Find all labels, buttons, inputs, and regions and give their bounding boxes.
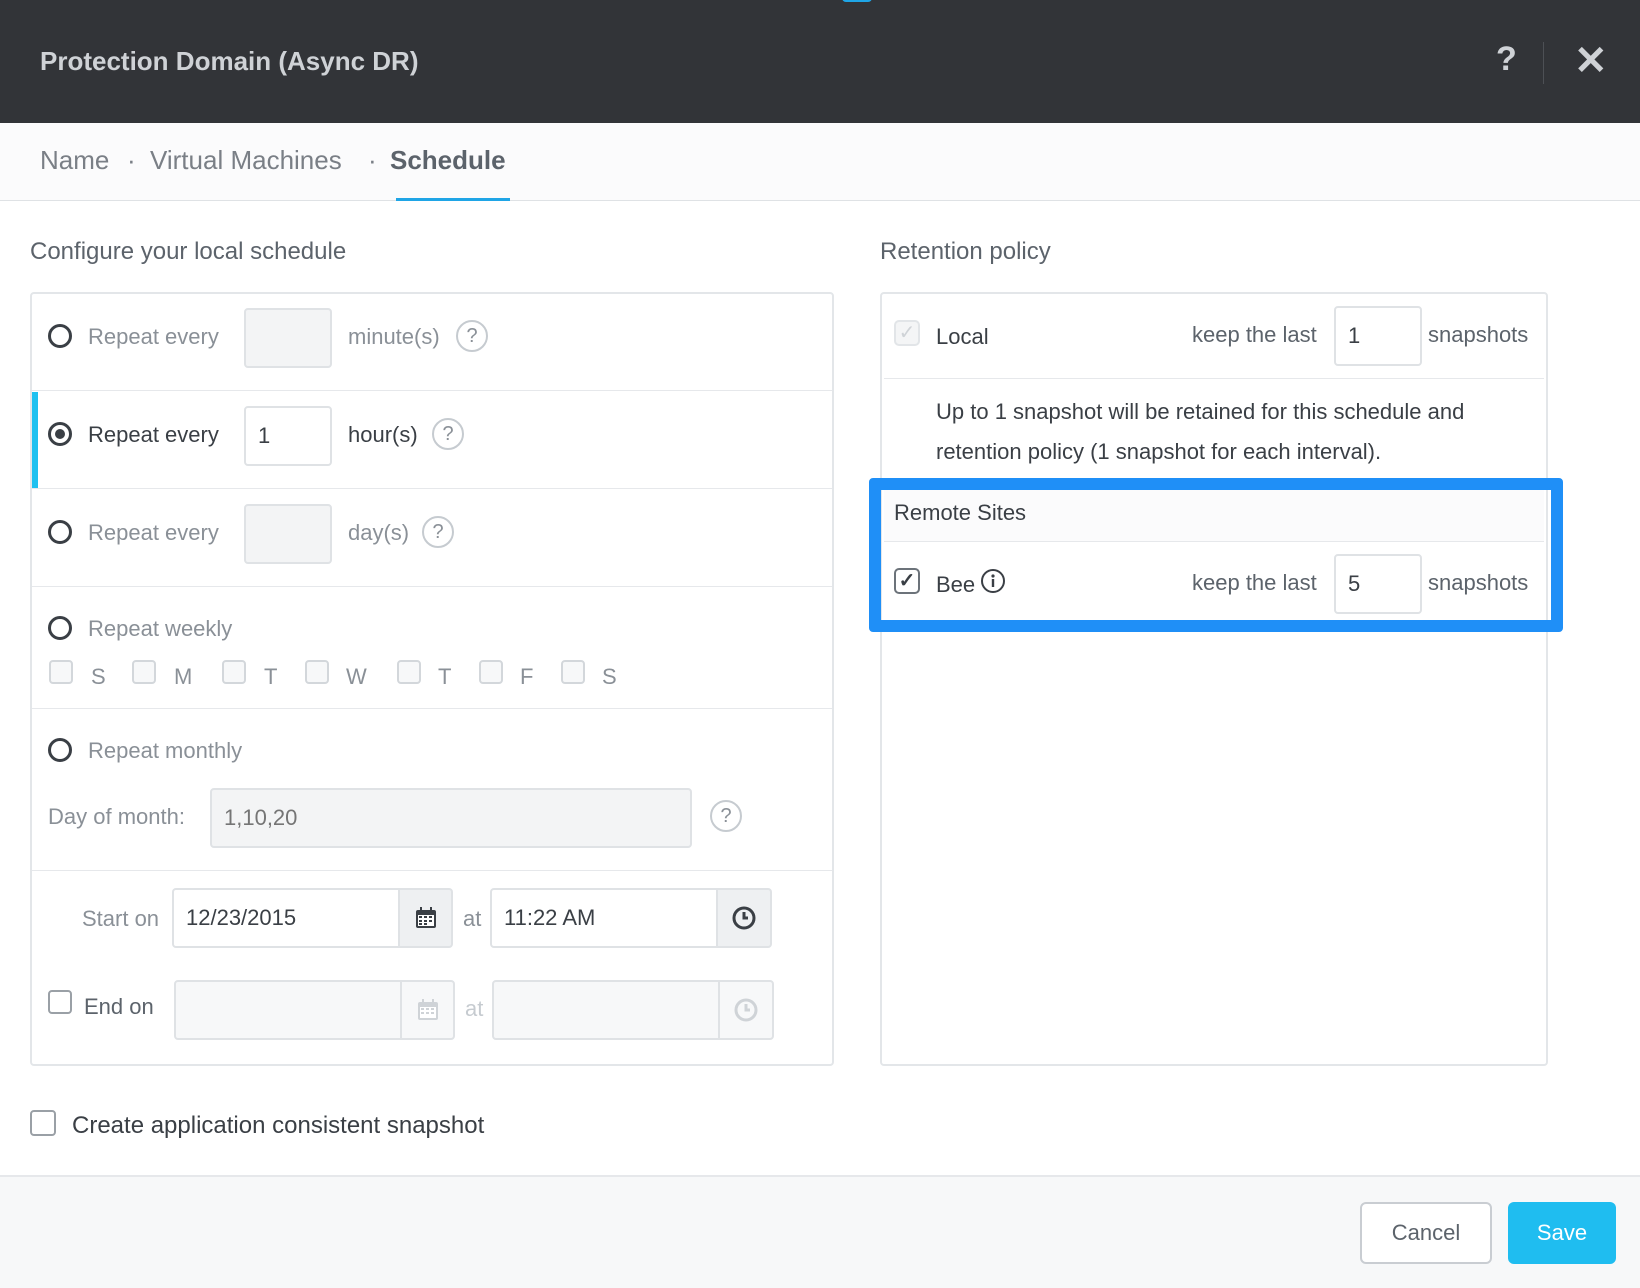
- step-separator: ·: [127, 145, 136, 175]
- repeat-weekly-radio[interactable]: [48, 616, 72, 640]
- app-consistent-label: Create application consistent snapshot: [72, 1112, 485, 1139]
- repeat-days-label: Repeat every: [88, 520, 219, 545]
- end-date-picker-button[interactable]: [400, 980, 455, 1040]
- weekday-checkbox[interactable]: [132, 660, 156, 684]
- minutes-unit-label: minute(s): [348, 324, 440, 349]
- end-time-picker-button[interactable]: [718, 980, 774, 1040]
- hours-help-icon[interactable]: ?: [432, 418, 464, 450]
- weekday-checkbox[interactable]: [49, 660, 73, 684]
- close-icon[interactable]: ✕: [1574, 38, 1608, 84]
- start-date-input[interactable]: [172, 888, 400, 948]
- calendar-icon: [415, 907, 436, 928]
- dialog-title: Protection Domain (Async DR): [40, 46, 419, 76]
- start-time-picker-button[interactable]: [716, 888, 772, 948]
- days-unit-label: day(s): [348, 520, 410, 545]
- end-time-input[interactable]: [492, 980, 720, 1040]
- monthly-help-icon[interactable]: ?: [710, 800, 742, 832]
- top-indicator: [842, 0, 872, 2]
- hours-unit-label: hour(s): [348, 422, 418, 447]
- repeat-minutes-label: Repeat every: [88, 324, 219, 349]
- clock-icon: [734, 998, 758, 1022]
- local-keep-label: keep the last: [1192, 322, 1317, 347]
- start-at-label: at: [463, 906, 482, 931]
- repeat-minutes-radio[interactable]: [48, 324, 72, 348]
- end-at-label: at: [465, 996, 484, 1021]
- local-retention-input[interactable]: [1334, 306, 1422, 366]
- active-step-underline: [396, 198, 510, 201]
- local-snapshots-unit: snapshots: [1428, 322, 1529, 347]
- row-divider: [32, 708, 832, 709]
- start-on-label: Start on: [82, 906, 160, 931]
- start-date-picker-button[interactable]: [398, 888, 453, 948]
- weekday-label: M: [174, 664, 193, 689]
- repeat-weekly-label: Repeat weekly: [88, 616, 233, 641]
- day-of-month-label: Day of month:: [48, 804, 185, 829]
- weekday-label: S: [602, 664, 617, 689]
- weekday-checkbox[interactable]: [222, 660, 246, 684]
- weekday-label: F: [520, 664, 534, 689]
- weekday-label: T: [438, 664, 452, 689]
- active-row-indicator: [32, 392, 38, 488]
- cancel-button[interactable]: Cancel: [1360, 1202, 1492, 1264]
- repeat-monthly-label: Repeat monthly: [88, 738, 243, 763]
- weekday-label: T: [264, 664, 278, 689]
- step-virtual-machines[interactable]: Virtual Machines: [150, 145, 342, 176]
- weekday-checkbox[interactable]: [397, 660, 421, 684]
- step-separator: ·: [368, 145, 377, 175]
- dialog-header: Protection Domain (Async DR) ? ✕: [0, 0, 1640, 123]
- weekday-checkbox[interactable]: [479, 660, 503, 684]
- row-divider: [32, 870, 832, 871]
- repeat-days-input[interactable]: [244, 504, 332, 564]
- start-time-input[interactable]: [490, 888, 718, 948]
- days-help-icon[interactable]: ?: [422, 516, 454, 548]
- minutes-help-icon[interactable]: ?: [456, 320, 488, 352]
- end-on-checkbox[interactable]: [48, 990, 72, 1014]
- end-on-label: End on: [84, 994, 154, 1019]
- local-retention-label: Local: [936, 324, 989, 349]
- weekday-label: S: [91, 664, 106, 689]
- retention-note: Up to 1 snapshot will be retained for th…: [936, 399, 1465, 464]
- local-schedule-title: Configure your local schedule: [30, 238, 347, 265]
- row-divider: [32, 390, 832, 391]
- retention-divider: [884, 378, 1544, 379]
- weekday-label: W: [346, 664, 367, 689]
- row-divider: [32, 488, 832, 489]
- clock-icon: [732, 906, 756, 930]
- repeat-days-radio[interactable]: [48, 520, 72, 544]
- weekday-checkbox[interactable]: [305, 660, 329, 684]
- repeat-hours-input[interactable]: [244, 406, 332, 466]
- step-schedule[interactable]: Schedule: [390, 145, 506, 176]
- end-date-input[interactable]: [174, 980, 402, 1040]
- local-retention-checkbox[interactable]: ✓: [894, 320, 920, 346]
- weekday-checkbox[interactable]: [561, 660, 585, 684]
- app-consistent-checkbox[interactable]: [30, 1110, 56, 1136]
- day-of-month-input[interactable]: [210, 788, 692, 848]
- repeat-minutes-input[interactable]: [244, 308, 332, 368]
- repeat-hours-radio[interactable]: [48, 422, 72, 446]
- calendar-icon: [417, 999, 438, 1020]
- save-button[interactable]: Save: [1508, 1202, 1616, 1264]
- repeat-hours-label: Repeat every: [88, 422, 219, 447]
- repeat-monthly-radio[interactable]: [48, 738, 72, 762]
- remote-sites-highlight: [869, 478, 1563, 632]
- row-divider: [32, 586, 832, 587]
- help-icon[interactable]: ?: [1496, 40, 1517, 79]
- wizard-steps: Name · Virtual Machines · Schedule: [0, 123, 1640, 201]
- retention-policy-title: Retention policy: [880, 238, 1051, 265]
- header-divider: [1543, 42, 1544, 84]
- step-name[interactable]: Name: [40, 145, 109, 176]
